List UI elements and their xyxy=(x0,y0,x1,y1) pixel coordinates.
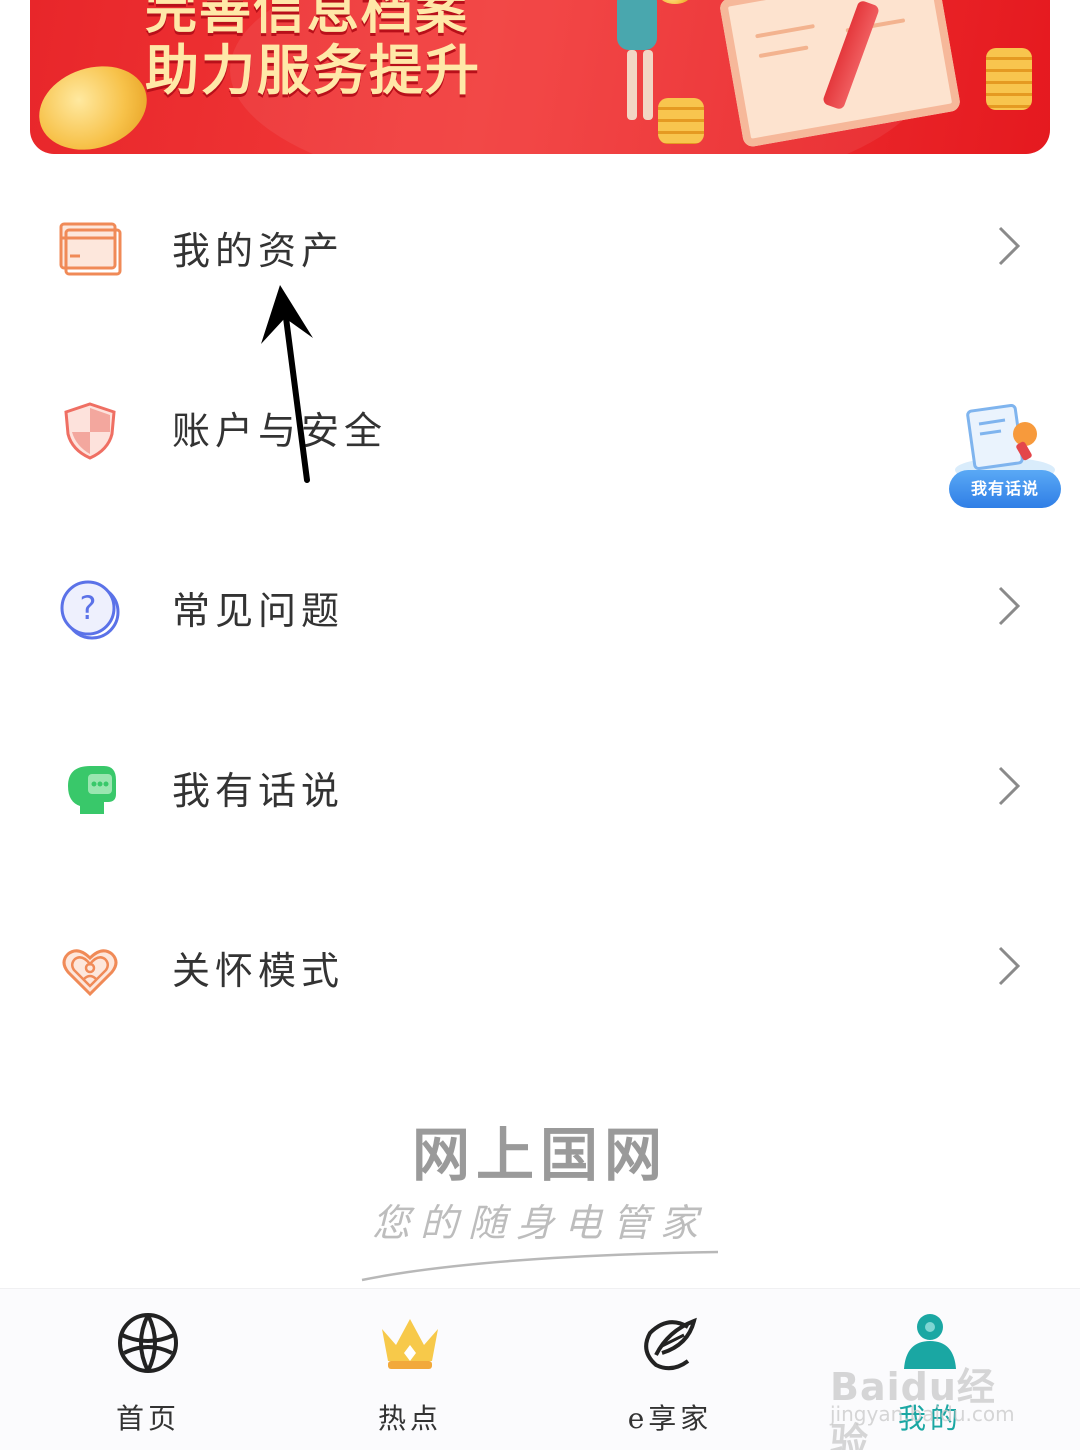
tab-home[interactable]: 首页 xyxy=(48,1289,248,1450)
chevron-right-icon xyxy=(990,226,1030,266)
shield-icon xyxy=(58,398,122,462)
tab-label: 热点 xyxy=(377,1402,442,1435)
menu-item-feedback[interactable]: 我有话说 xyxy=(0,698,1080,878)
crown-icon xyxy=(378,1311,442,1375)
menu-item-label: 我有话说 xyxy=(172,769,345,813)
chevron-right-icon xyxy=(990,586,1030,626)
baidu-watermark: Baidu经验 jingyan.baidu.com xyxy=(826,1356,1026,1450)
chevron-right-icon xyxy=(990,946,1030,986)
gold-coin-icon xyxy=(30,52,158,154)
tab-label: e享家 xyxy=(627,1402,713,1435)
coin-stack-icon xyxy=(986,48,1032,110)
floating-feedback-button[interactable]: 我有话说 xyxy=(947,403,1063,508)
illustration-person xyxy=(613,0,673,120)
watermark-sub: jingyan.baidu.com xyxy=(830,1402,1015,1426)
tab-label: 首页 xyxy=(115,1402,180,1435)
promo-banner[interactable]: 完善信息档案 助力服务提升 xyxy=(30,0,1050,154)
menu-item-my-assets[interactable]: 我的资产 xyxy=(0,158,1080,338)
leaf-e-icon xyxy=(638,1311,702,1375)
chevron-right-icon xyxy=(990,766,1030,806)
chat-head-icon xyxy=(58,758,122,822)
asset-card-icon xyxy=(58,218,122,282)
svg-text:?: ? xyxy=(80,589,97,627)
annotation-arrow xyxy=(261,285,313,483)
question-icon: ? xyxy=(58,578,122,642)
menu-item-label: 关怀模式 xyxy=(172,949,345,993)
menu-list: 我的资产 账户与安全 ? 常见问题 我有话说 关怀模式 xyxy=(0,158,1080,1058)
globe-icon xyxy=(116,1311,180,1375)
tab-hot[interactable]: 热点 xyxy=(310,1289,510,1450)
brand-title: 网上国网 xyxy=(411,1121,668,1189)
brand-slogan: 您的随身电管家 xyxy=(371,1201,708,1245)
heart-care-icon xyxy=(58,938,122,1002)
menu-item-label: 常见问题 xyxy=(172,589,345,633)
floating-feedback-label: 我有话说 xyxy=(949,470,1061,508)
menu-item-label: 我的资产 xyxy=(172,229,345,273)
menu-item-account-security[interactable]: 账户与安全 xyxy=(0,338,1080,518)
menu-item-faq[interactable]: ? 常见问题 xyxy=(0,518,1080,698)
menu-item-care-mode[interactable]: 关怀模式 xyxy=(0,878,1080,1058)
brand-underline xyxy=(361,1250,719,1282)
banner-headline-2: 助力服务提升 xyxy=(145,39,481,102)
tab-e-home[interactable]: e享家 xyxy=(570,1289,770,1450)
